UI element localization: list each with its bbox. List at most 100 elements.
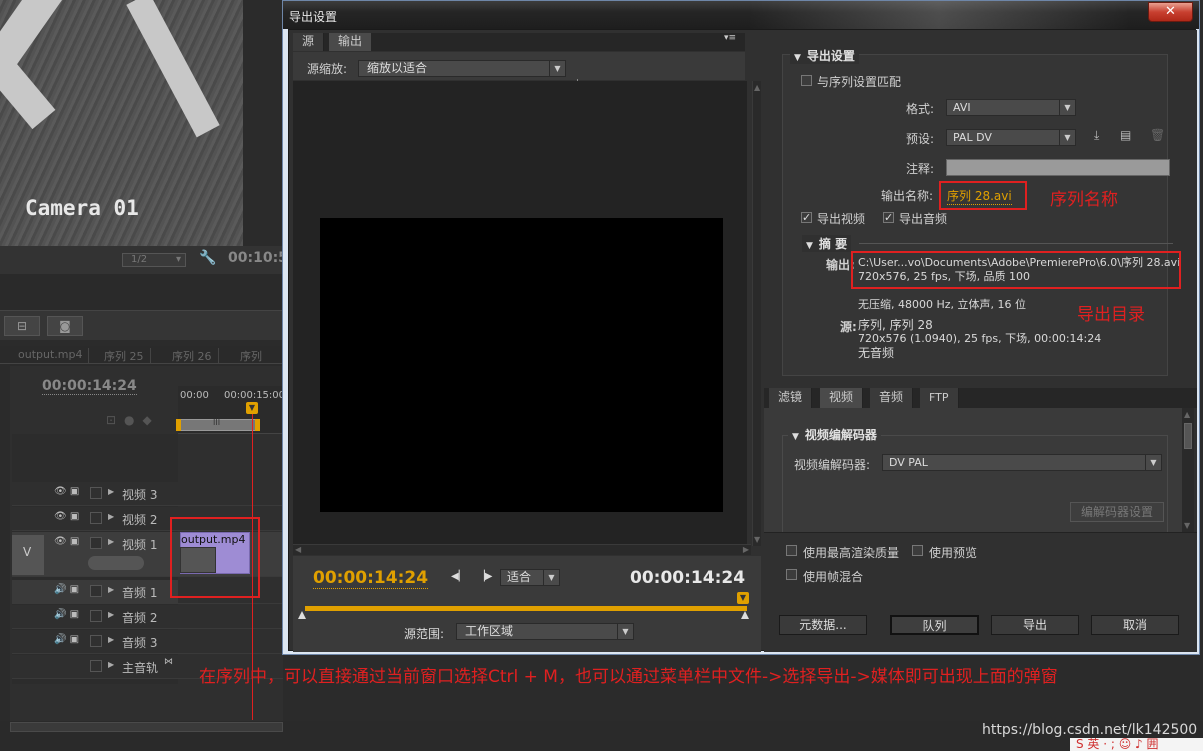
timeline-timecode[interactable]: 00:00:14:24 [42, 378, 137, 395]
export-audio-checkbox[interactable]: ✓ [883, 212, 894, 223]
close-icon: ✕ [1165, 4, 1176, 19]
fit-select[interactable]: 适合 ▼ [500, 569, 560, 586]
delete-preset-icon[interactable]: 🗑 [1150, 128, 1165, 142]
export-video-checkbox[interactable]: ✓ [801, 212, 812, 223]
monitor-gap [0, 274, 283, 310]
match-sequence-label: 与序列设置匹配 [817, 75, 902, 89]
monitor-zoom-select[interactable]: 1/2 ▾ [122, 253, 186, 267]
settings-scrollbar-thumb[interactable] [1184, 423, 1192, 449]
monitor-toolbar: ⊟ ◙ [0, 310, 283, 340]
sequence-tab[interactable]: output.mp4 [12, 348, 90, 364]
source-scale-row: 源缩放: 缩放以适合 ▼ [293, 52, 745, 95]
range-out-handle[interactable] [741, 611, 749, 619]
format-select[interactable]: AVI ▼ [946, 99, 1076, 116]
track-label: 视频 1 [122, 538, 158, 552]
export-settings-dialog: 导出设置 ✕ 源 输出 ▾≡ 源缩放: 缩放以适合 ▼ ▲ ▼ ◀ ▶ 00:0… [282, 0, 1200, 655]
codec-settings-button[interactable]: 编解码器设置 [1070, 502, 1164, 522]
use-previews-checkbox[interactable] [912, 545, 923, 556]
work-area-bar[interactable]: III [176, 418, 260, 431]
video-codec-select[interactable]: DV PAL ▼ [882, 454, 1162, 471]
max-render-quality-checkbox[interactable] [786, 545, 797, 556]
duration-timecode: 00:00:14:24 [630, 568, 746, 588]
eye-icon[interactable]: 👁 ▣ [54, 486, 79, 497]
comment-input[interactable] [946, 159, 1170, 176]
export-button[interactable]: 导出 [991, 615, 1079, 635]
ime-toolbar[interactable]: S 英 · ; ☺ ♪ 囲 [1070, 738, 1203, 751]
range-in-handle[interactable] [298, 611, 306, 619]
video-codec-value: DV PAL [889, 456, 928, 469]
tab-filters[interactable]: 滤镜 [769, 388, 813, 408]
timeline-scrollbar[interactable] [10, 722, 283, 732]
right-pane: ▼ 导出设置 与序列设置匹配 格式: AVI ▼ 预设: PAL DV ▼ ⤓ ▤… [764, 30, 1197, 652]
video-codec-header[interactable]: ▼ 视频编解码器 [788, 426, 881, 443]
eye-icon[interactable]: 👁 ▣ [54, 536, 79, 547]
speaker-icon[interactable]: 🔊 ▣ [54, 584, 79, 595]
summary-title: 摘 要 [818, 237, 848, 251]
chevron-down-icon: ▼ [617, 624, 633, 639]
chevron-down-icon: ▼ [1145, 455, 1161, 470]
playhead-handle[interactable]: ▼ [246, 402, 258, 414]
frame-blending-checkbox[interactable] [786, 569, 797, 580]
source-range-select[interactable]: 工作区域 ▼ [456, 623, 634, 640]
track-row[interactable]: 👁 ▣ ▶ 视频 3 [12, 482, 283, 506]
video-target-marker[interactable]: V [12, 535, 44, 575]
speaker-icon[interactable]: 🔊 ▣ [54, 609, 79, 620]
preview-vertical-scrollbar[interactable]: ▲ ▼ [752, 81, 761, 546]
use-previews-label: 使用预览 [929, 546, 978, 560]
mark-out-icon[interactable]: ▕▶ [477, 571, 492, 582]
output-name-label: 输出名称: [881, 189, 934, 203]
sequence-tab[interactable]: 序列 26 [166, 348, 219, 364]
speaker-icon[interactable]: 🔊 ▣ [54, 634, 79, 645]
tab-ftp[interactable]: FTP [920, 388, 959, 408]
summary-header[interactable]: ▼ 摘 要 [802, 235, 852, 252]
source-scale-label: 源缩放: [307, 62, 348, 76]
source-range-bar[interactable] [305, 606, 747, 611]
panel-menu-icon[interactable]: ▾≡ [719, 33, 741, 47]
sequence-tab[interactable]: 序列 27 [234, 348, 283, 377]
track-label: 视频 2 [122, 513, 158, 527]
comment-label: 注释: [906, 162, 935, 176]
sequence-tabs: output.mp4 序列 25 序列 26 序列 27 [0, 346, 283, 377]
track-row[interactable]: 🔊 ▣ ▶ 音频 3 [12, 630, 283, 654]
queue-button[interactable]: 队列 [890, 615, 979, 635]
current-timecode[interactable]: 00:00:14:24 [313, 568, 429, 589]
preset-select[interactable]: PAL DV ▼ [946, 129, 1076, 146]
metadata-button[interactable]: 元数据... [779, 615, 867, 635]
cancel-button[interactable]: 取消 [1091, 615, 1179, 635]
tab-video[interactable]: 视频 [820, 388, 864, 408]
keyframe-nav[interactable] [88, 556, 144, 570]
video-codec-title: 视频编解码器 [804, 428, 877, 442]
source-scale-value: 缩放以适合 [367, 61, 428, 75]
dialog-titlebar[interactable]: 导出设置 ✕ [283, 1, 1199, 29]
wrench-icon[interactable]: 🔧 [199, 250, 216, 266]
dialog-title: 导出设置 [289, 10, 338, 24]
close-button[interactable]: ✕ [1148, 2, 1193, 22]
preview-horizontal-scrollbar[interactable]: ◀ ▶ [293, 544, 751, 555]
tab-source[interactable]: 源 [293, 33, 325, 51]
match-sequence-checkbox[interactable] [801, 75, 812, 86]
track-row[interactable]: 🔊 ▣ ▶ 音频 2 [12, 605, 283, 629]
range-playhead-handle[interactable]: ▼ [737, 592, 749, 604]
tab-audio[interactable]: 音频 [870, 388, 914, 408]
export-audio-label: 导出音频 [899, 212, 948, 226]
track-label: 视频 3 [122, 488, 158, 502]
export-settings-header[interactable]: ▼ 导出设置 [790, 47, 859, 64]
import-preset-icon[interactable]: ▤ [1120, 128, 1131, 142]
format-value: AVI [953, 101, 971, 114]
sequence-tab[interactable]: 序列 25 [98, 348, 151, 364]
instruction-annotation: 在序列中，可以直接通过当前窗口选择Ctrl + M，也可以通过菜单栏中文件->选… [199, 667, 1058, 687]
mark-in-icon[interactable]: ◀▏ [451, 571, 466, 582]
tab-output[interactable]: 输出 [329, 33, 372, 51]
frame-blending-label: 使用帧混合 [803, 570, 864, 584]
right-pane-tabs: 滤镜 视频 音频 FTP [764, 388, 1197, 408]
eye-icon[interactable]: 👁 ▣ [54, 511, 79, 522]
summary-source-line: 无音频 [858, 346, 895, 360]
source-scale-select[interactable]: 缩放以适合 ▼ [358, 60, 566, 77]
save-preset-icon[interactable]: ⤓ [1094, 128, 1099, 143]
clip-highlight-box [170, 517, 260, 598]
camera-icon[interactable]: ◙ [47, 316, 83, 336]
track-label: 音频 2 [122, 611, 158, 625]
export-frame-button[interactable]: ⊟ [4, 316, 40, 336]
monitor-zoom-value: 1/2 [131, 254, 148, 265]
timeline-tool-icons[interactable]: ⊡●◆ [106, 413, 160, 427]
